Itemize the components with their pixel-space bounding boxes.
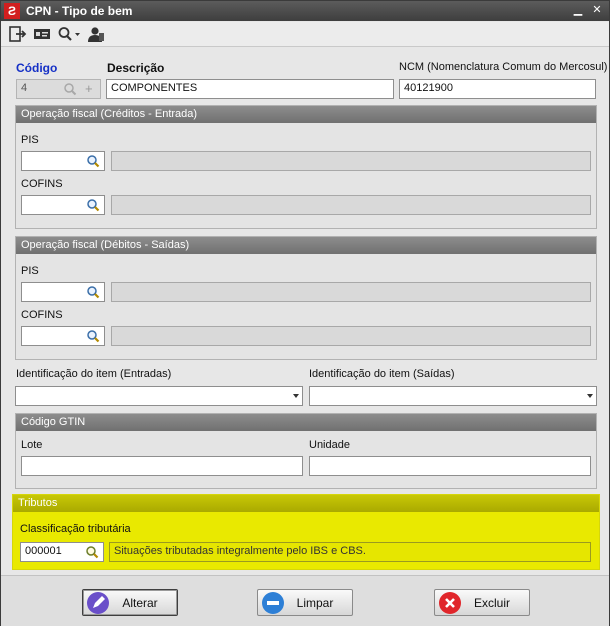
descricao-field[interactable]: COMPONENTES <box>106 79 394 99</box>
entrada-group: Operação fiscal (Créditos - Entrada) PIS… <box>15 105 597 229</box>
search-icon[interactable] <box>85 545 99 559</box>
tributos-group: Tributos Classificação tributária 000001… <box>12 494 600 570</box>
codigo-label: Código <box>16 61 58 75</box>
entrada-cofins-description <box>111 195 591 215</box>
entrada-cofins-label: COFINS <box>21 178 63 190</box>
search-icon[interactable] <box>86 154 100 168</box>
alterar-button[interactable]: Alterar <box>82 589 178 616</box>
identificacao-saidas-select[interactable] <box>309 386 597 406</box>
chevron-down-icon <box>293 394 299 398</box>
title-bar: Ƨ CPN - Tipo de bem ▁ ✕ <box>1 1 609 21</box>
limpar-button[interactable]: Limpar <box>257 589 353 616</box>
app-logo-icon: Ƨ <box>4 3 20 19</box>
descricao-label: Descrição <box>107 61 165 75</box>
entrada-group-title: Operação fiscal (Créditos - Entrada) <box>16 106 596 123</box>
id-card-icon[interactable] <box>33 26 51 42</box>
classificacao-label: Classificação tributária <box>20 523 131 535</box>
unidade-field[interactable] <box>309 456 591 476</box>
entrada-pis-label: PIS <box>21 134 39 146</box>
saida-group-title: Operação fiscal (Débitos - Saídas) <box>16 237 596 254</box>
saida-cofins-label: COFINS <box>21 309 63 321</box>
excluir-button[interactable]: Excluir <box>434 589 530 616</box>
lote-field[interactable] <box>21 456 303 476</box>
saida-cofins-description <box>111 326 591 346</box>
search-icon[interactable] <box>86 285 100 299</box>
unidade-label: Unidade <box>309 439 350 451</box>
close-icon[interactable]: ✕ <box>590 3 604 17</box>
entrada-pis-description <box>111 151 591 171</box>
tributos-group-title: Tributos <box>13 495 599 512</box>
saida-pis-description <box>111 282 591 302</box>
user-icon[interactable] <box>87 26 105 42</box>
exit-icon[interactable] <box>9 26 27 42</box>
ncm-field[interactable]: 40121900 <box>399 79 596 99</box>
add-icon[interactable]: + <box>85 81 93 96</box>
search-icon[interactable] <box>86 198 100 212</box>
codigo-value: 4 <box>21 82 28 94</box>
excluir-label: Excluir <box>473 596 510 610</box>
identificacao-entradas-label: Identificação do item (Entradas) <box>16 368 172 380</box>
saida-pis-label: PIS <box>21 265 39 277</box>
window-title: CPN - Tipo de bem <box>26 4 133 18</box>
minimize-icon[interactable]: ▁ <box>571 3 585 17</box>
chevron-down-icon <box>587 394 593 398</box>
search-dropdown-icon[interactable] <box>57 26 81 42</box>
lote-label: Lote <box>21 439 43 451</box>
identificacao-entradas-select[interactable] <box>15 386 303 406</box>
gtin-group-title: Código GTIN <box>16 414 596 431</box>
toolbar <box>1 22 609 47</box>
alterar-label: Alterar <box>122 596 158 610</box>
action-bar: Alterar Limpar Excluir <box>1 575 609 626</box>
saida-group: Operação fiscal (Débitos - Saídas) PIS C… <box>15 236 597 360</box>
identificacao-saidas-label: Identificação do item (Saídas) <box>309 368 455 380</box>
search-icon[interactable] <box>86 329 100 343</box>
ncm-label: NCM (Nomenclatura Comum do Mercosul) <box>399 61 608 73</box>
classificacao-description: Situações tributadas integralmente pelo … <box>109 542 591 562</box>
search-icon[interactable] <box>63 82 77 96</box>
gtin-group: Código GTIN Lote Unidade <box>15 413 597 489</box>
main-window: Ƨ CPN - Tipo de bem ▁ ✕ Código 4 + Descr… <box>0 0 610 626</box>
limpar-label: Limpar <box>296 596 334 610</box>
